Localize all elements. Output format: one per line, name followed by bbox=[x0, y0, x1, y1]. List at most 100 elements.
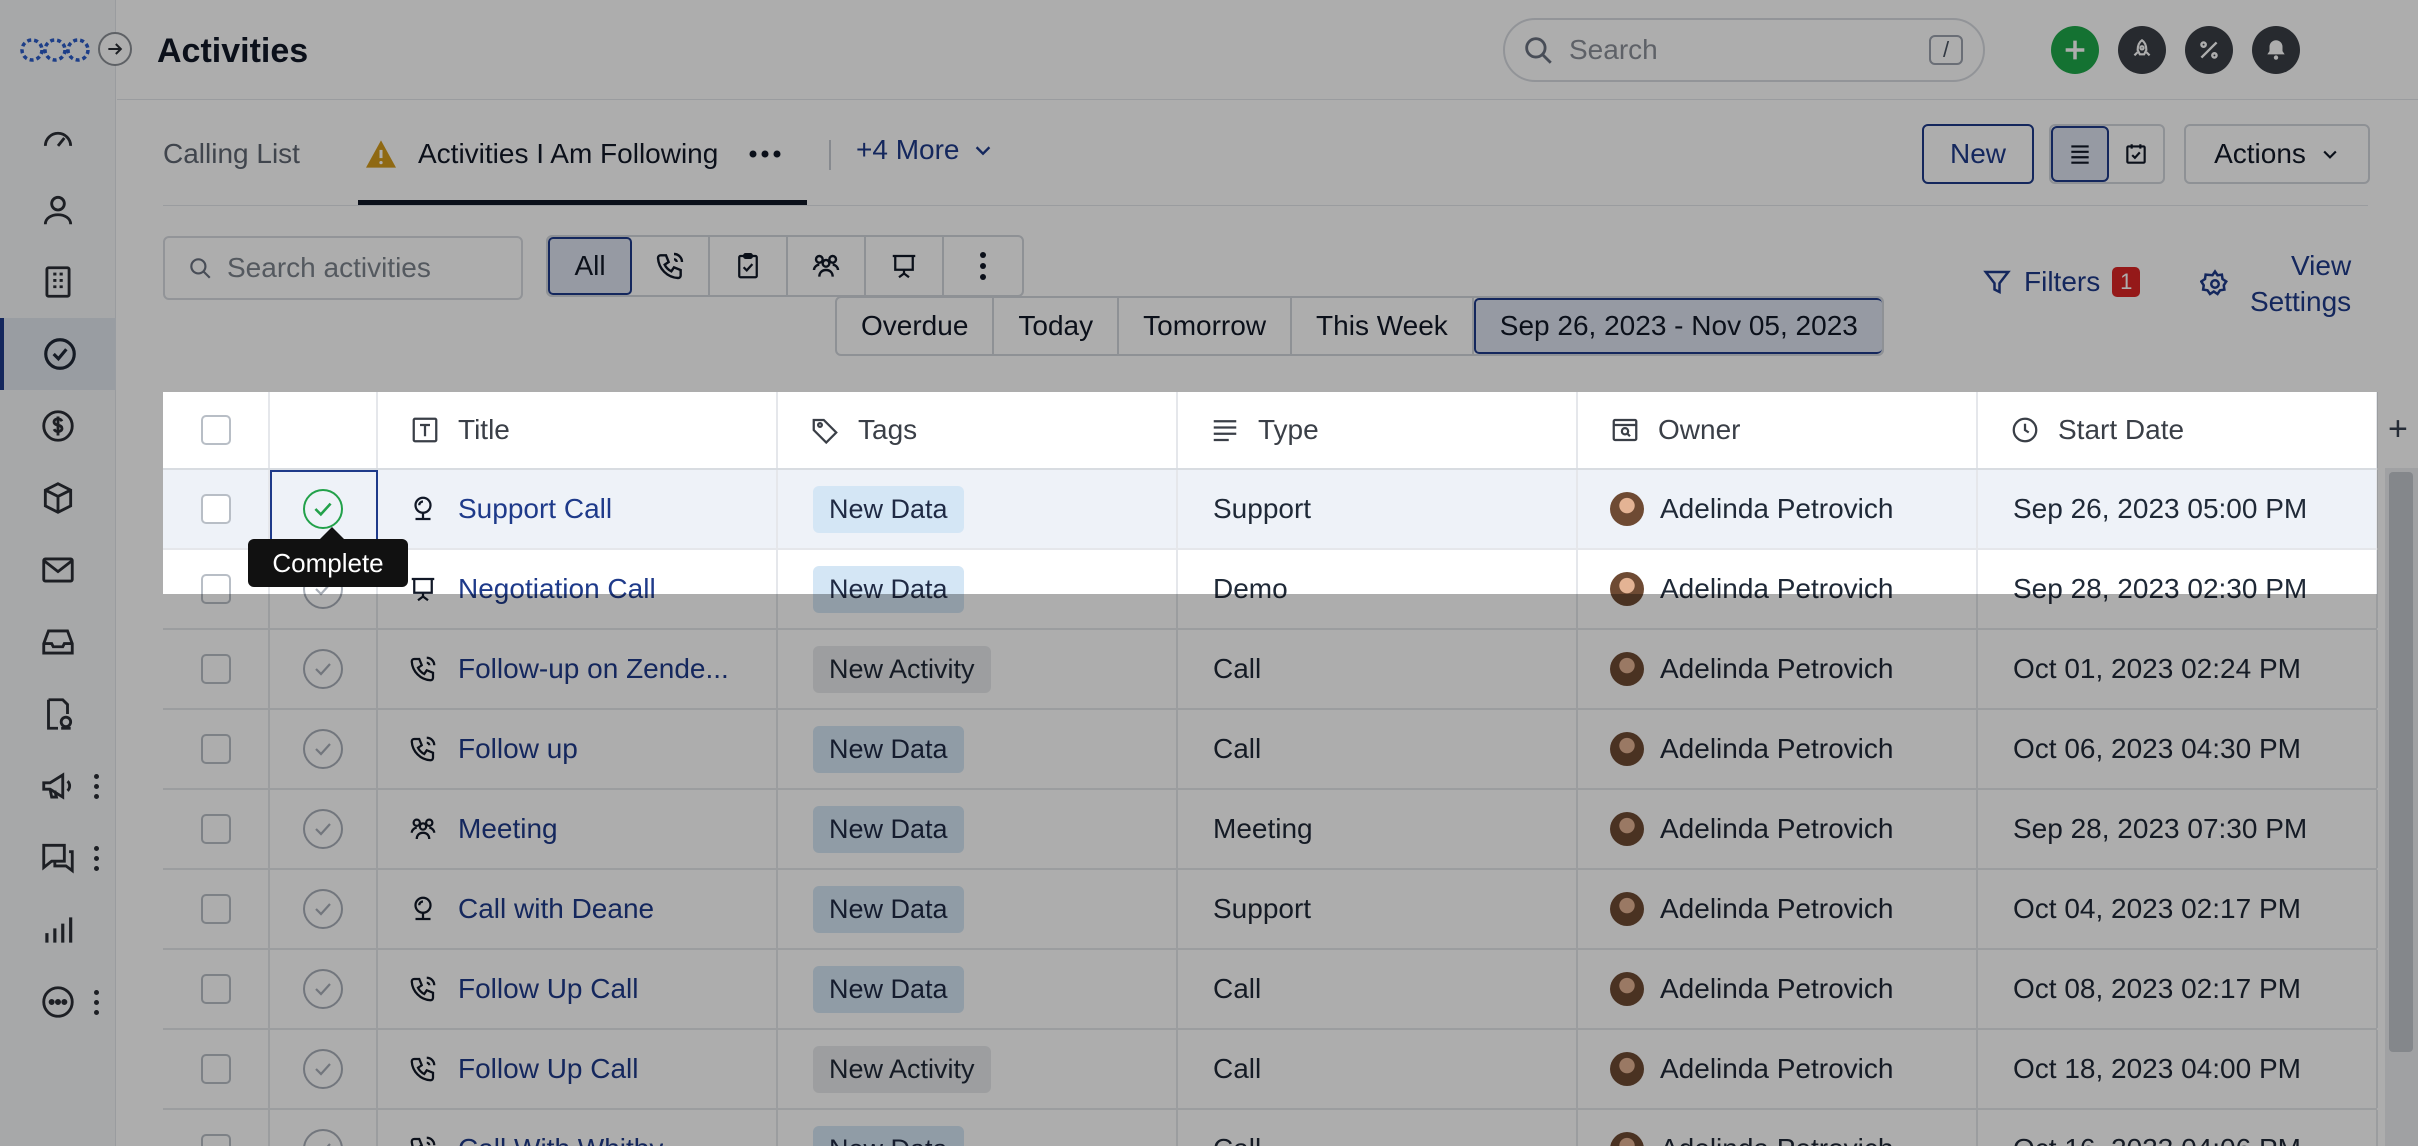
date-filter-custom-range[interactable]: Sep 26, 2023 - Nov 05, 2023 bbox=[1473, 298, 1882, 354]
activity-title-link[interactable]: Follow Up Call bbox=[458, 973, 639, 1005]
view-settings-button[interactable]: View Settings bbox=[2200, 248, 2351, 320]
activity-title-link[interactable]: Follow-up on Zende... bbox=[458, 653, 729, 685]
owner-name[interactable]: Adelinda Petrovich bbox=[1660, 1133, 1893, 1146]
campaigns-menu-icon[interactable] bbox=[86, 766, 106, 806]
sidebar-item-contacts[interactable] bbox=[0, 174, 116, 246]
sidebar-item-companies[interactable] bbox=[0, 246, 116, 318]
table-row[interactable]: Call With Whitby New Data Call Adelinda Pet… bbox=[163, 1110, 2378, 1146]
row-checkbox[interactable] bbox=[200, 1134, 231, 1146]
quick-add-button[interactable] bbox=[2051, 26, 2099, 74]
mark-complete-button[interactable] bbox=[303, 649, 343, 689]
type-filter-more[interactable] bbox=[944, 237, 1022, 295]
mark-complete-button[interactable] bbox=[303, 969, 343, 1009]
scrollbar-thumb[interactable] bbox=[2389, 472, 2413, 1052]
row-start-date-cell: Oct 18, 2023 04:00 PM bbox=[1978, 1030, 2378, 1108]
type-filter-call[interactable] bbox=[632, 237, 710, 295]
table-row[interactable]: Call with Deane New Data Support Adelinda P… bbox=[163, 870, 2378, 950]
activity-search-input[interactable]: Search activities bbox=[163, 236, 523, 300]
column-header-title[interactable]: Title bbox=[378, 392, 778, 468]
tab-calling-list[interactable]: Calling List bbox=[163, 134, 300, 174]
row-owner-cell: Adelinda Petrovich bbox=[1578, 950, 1978, 1028]
sidebar-item-documents[interactable] bbox=[0, 678, 116, 750]
sidebar-expand-button[interactable] bbox=[98, 32, 132, 66]
sidebar-item-products[interactable] bbox=[0, 462, 116, 534]
mark-complete-button[interactable] bbox=[303, 1049, 343, 1089]
actions-dropdown-button[interactable]: Actions bbox=[2184, 124, 2370, 184]
owner-name[interactable]: Adelinda Petrovich bbox=[1660, 813, 1893, 845]
owner-name[interactable]: Adelinda Petrovich bbox=[1660, 1053, 1893, 1085]
type-filter-meeting[interactable] bbox=[788, 237, 866, 295]
table-row[interactable]: Follow-up on Zende... New Activity Call Ade… bbox=[163, 630, 2378, 710]
table-row[interactable]: Follow Up Call New Activity Call Adelinda P… bbox=[163, 1030, 2378, 1110]
date-filter-overdue[interactable]: Overdue bbox=[837, 298, 995, 354]
filters-button[interactable]: Filters 1 bbox=[1982, 266, 2141, 298]
owner-name[interactable]: Adelinda Petrovich bbox=[1660, 893, 1893, 925]
type-filter-all[interactable]: All bbox=[548, 237, 632, 295]
row-checkbox[interactable] bbox=[200, 654, 231, 684]
sidebar-item-activities[interactable] bbox=[0, 318, 116, 390]
row-checkbox[interactable] bbox=[200, 574, 231, 604]
list-view-button[interactable] bbox=[2051, 126, 2109, 182]
chat-menu-icon[interactable] bbox=[86, 838, 106, 878]
tab-options-icon[interactable] bbox=[748, 149, 782, 159]
activity-title-link[interactable]: Negotiation Call bbox=[458, 573, 656, 605]
row-tags-cell: New Data bbox=[778, 710, 1178, 788]
activity-title-link[interactable]: Call with Deane bbox=[458, 893, 654, 925]
table-row[interactable]: Negotiation Call New Data Demo Adelinda Pet… bbox=[163, 550, 2378, 630]
column-header-type[interactable]: Type bbox=[1178, 392, 1578, 468]
launch-button[interactable] bbox=[2118, 26, 2166, 74]
sidebar-item-email[interactable] bbox=[0, 534, 116, 606]
row-checkbox[interactable] bbox=[200, 894, 231, 924]
calendar-view-button[interactable] bbox=[2109, 126, 2163, 182]
mark-complete-button[interactable] bbox=[303, 1129, 343, 1146]
date-filter-tomorrow[interactable]: Tomorrow bbox=[1119, 298, 1293, 354]
more-menu-icon[interactable] bbox=[86, 982, 106, 1022]
row-checkbox[interactable] bbox=[200, 1054, 231, 1084]
sidebar-item-inbox[interactable] bbox=[0, 606, 116, 678]
owner-name[interactable]: Adelinda Petrovich bbox=[1660, 573, 1893, 605]
date-filter-today[interactable]: Today bbox=[994, 298, 1120, 354]
row-checkbox[interactable] bbox=[200, 494, 231, 524]
date-filter-this-week[interactable]: This Week bbox=[1292, 298, 1474, 354]
owner-name[interactable]: Adelinda Petrovich bbox=[1660, 733, 1893, 765]
activity-title-link[interactable]: Follow Up Call bbox=[458, 1053, 639, 1085]
global-search-input[interactable]: Search / bbox=[1503, 18, 1985, 82]
type-filter-task[interactable] bbox=[710, 237, 788, 295]
row-checkbox[interactable] bbox=[200, 814, 231, 844]
add-column-button[interactable]: + bbox=[2388, 410, 2408, 449]
mark-complete-button[interactable] bbox=[303, 809, 343, 849]
activity-title-link[interactable]: Call With Whitby bbox=[458, 1133, 663, 1146]
activity-title-link[interactable]: Support Call bbox=[458, 493, 612, 525]
column-header-start-date[interactable]: Start Date bbox=[1978, 392, 2378, 468]
owner-name[interactable]: Adelinda Petrovich bbox=[1660, 493, 1893, 525]
column-header-tags[interactable]: Tags bbox=[778, 392, 1178, 468]
table-row[interactable]: Support Call New Data Support Adelinda Petr… bbox=[163, 470, 2378, 550]
table-row[interactable]: Follow Up Call New Data Call Adelinda Petro… bbox=[163, 950, 2378, 1030]
owner-name[interactable]: Adelinda Petrovich bbox=[1660, 653, 1893, 685]
table-row[interactable]: Meeting New Data Meeting Adelinda Petrovich… bbox=[163, 790, 2378, 870]
table-row[interactable]: Follow up New Data Call Adelinda Petrovich O… bbox=[163, 710, 2378, 790]
mark-complete-button[interactable] bbox=[303, 889, 343, 929]
type-filter-demo[interactable] bbox=[866, 237, 944, 295]
row-type-cell: Demo bbox=[1178, 550, 1578, 628]
notifications-button[interactable] bbox=[2252, 26, 2300, 74]
select-all-checkbox[interactable] bbox=[200, 415, 231, 445]
mark-complete-button[interactable] bbox=[303, 729, 343, 769]
tab-more-dropdown[interactable]: +4 More bbox=[856, 134, 994, 166]
discounts-button[interactable] bbox=[2185, 26, 2233, 74]
new-activity-button[interactable]: New bbox=[1922, 124, 2034, 184]
row-checkbox[interactable] bbox=[200, 734, 231, 764]
sidebar-item-dashboard[interactable] bbox=[0, 102, 116, 174]
activity-title-link[interactable]: Follow up bbox=[458, 733, 578, 765]
check-icon bbox=[315, 823, 331, 836]
owner-name[interactable]: Adelinda Petrovich bbox=[1660, 973, 1893, 1005]
vertical-scrollbar[interactable] bbox=[2385, 468, 2418, 1146]
sidebar-item-deals[interactable] bbox=[0, 390, 116, 462]
sidebar-item-reports[interactable] bbox=[0, 894, 116, 966]
page-title: Activities bbox=[157, 32, 309, 70]
row-checkbox[interactable] bbox=[200, 974, 231, 1004]
activity-title-link[interactable]: Meeting bbox=[458, 813, 558, 845]
app-logo-icon[interactable] bbox=[20, 32, 90, 68]
column-header-owner[interactable]: Owner bbox=[1578, 392, 1978, 468]
tab-activities-following[interactable]: Activities I Am Following bbox=[364, 134, 782, 174]
